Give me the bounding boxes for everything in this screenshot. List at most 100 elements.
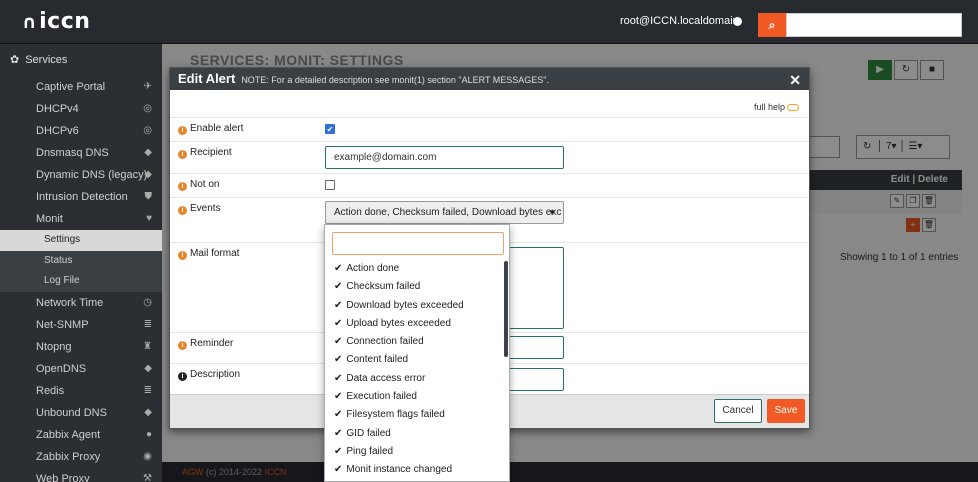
close-icon[interactable]: ✕ xyxy=(789,69,801,91)
events-select[interactable]: Action done, Checksum failed, Download b… xyxy=(325,201,564,224)
shield-icon: ⛊ xyxy=(144,191,153,202)
gear-icon: ✿ xyxy=(10,54,20,66)
dropdown-scrollbar[interactable] xyxy=(504,261,508,357)
dialog-header: Edit Alert NOTE: For a detailed descripti… xyxy=(170,68,809,90)
sidebar-item-captive-portal[interactable]: Captive Portal ✈ xyxy=(0,76,162,98)
events-option-label: Monit instance changed xyxy=(346,464,453,476)
sidebar-item-net-snmp[interactable]: Net-SNMP ≣ xyxy=(0,314,162,336)
info-icon[interactable]: i xyxy=(178,206,187,215)
tag-icon: ◆ xyxy=(144,147,152,158)
sidebar-item-zabbix-agent[interactable]: Zabbix Agent ● xyxy=(0,424,162,446)
sidebar-item-ntopng[interactable]: Ntopng ♜ xyxy=(0,336,162,358)
sidebar-item-label: Monit xyxy=(36,213,63,225)
check-icon: ✔ xyxy=(334,336,343,348)
status-dot-icon[interactable] xyxy=(733,17,742,26)
circle-icon: ● xyxy=(145,428,152,440)
target-icon: ◎ xyxy=(143,103,152,114)
sidebar-item-label: OpenDNS xyxy=(36,362,87,375)
sidebar-subitem-settings[interactable]: Settings xyxy=(0,230,162,251)
full-help-toggle[interactable]: full help xyxy=(754,102,799,112)
sidebar-item-dhcpv6[interactable]: DHCPv6 ◎ xyxy=(0,120,162,142)
dialog-title: Edit Alert xyxy=(178,71,236,86)
sidebar-item-opendns[interactable]: OpenDNS ◆ xyxy=(0,358,162,380)
sidebar-item-unbound-dns[interactable]: Unbound DNS ◆ xyxy=(0,402,162,424)
sidebar-item-label: DHCPv6 xyxy=(36,125,79,137)
events-option[interactable]: ✔ Ping failed xyxy=(325,443,505,461)
events-option-label: Content failed xyxy=(346,354,409,366)
events-option[interactable]: ✔ Execution failed xyxy=(325,388,505,406)
info-icon[interactable]: i xyxy=(178,372,187,381)
row-enable-alert: i Enable alert ✔ xyxy=(170,117,809,141)
sidebar-item-web-proxy[interactable]: Web Proxy ⚒ xyxy=(0,468,162,482)
sidebar-item-intrusion-detection[interactable]: Intrusion Detection ⛊ xyxy=(0,186,162,208)
mail-format-label: Mail format xyxy=(190,248,240,259)
enable-alert-label: Enable alert xyxy=(190,123,244,134)
row-not-on: i Not on xyxy=(170,173,809,197)
sidebar-item-monit[interactable]: Monit ♥ xyxy=(0,208,162,230)
sidebar-item-dhcpv4[interactable]: DHCPv4 ◎ xyxy=(0,98,162,120)
events-option[interactable]: ✔ Connection failed xyxy=(325,333,505,351)
events-option[interactable]: ✔ GID failed xyxy=(325,425,505,443)
tag-icon: ◆ xyxy=(144,362,152,374)
eye-icon: ◉ xyxy=(143,450,152,462)
events-option[interactable]: ✔ Upload bytes exceeded xyxy=(325,315,505,333)
sidebar-item-dynamic-dns-legacy[interactable]: Dynamic DNS (legacy) ◆ xyxy=(0,164,162,186)
full-help-label: full help xyxy=(753,102,785,112)
events-option-label: Action done xyxy=(346,263,400,274)
check-icon: ✔ xyxy=(334,464,343,476)
tag-icon: ◆ xyxy=(144,406,152,418)
info-icon[interactable]: i xyxy=(178,341,187,350)
search-button[interactable]: ⌕ xyxy=(758,13,786,37)
sidebar-item-label: Captive Portal xyxy=(36,81,106,93)
events-option[interactable]: ✔ Checksum failed xyxy=(325,278,505,296)
sidebar-subitem-log-file[interactable]: Log File xyxy=(0,271,162,292)
sidebar-item-label: Redis xyxy=(36,384,65,397)
check-icon: ✔ xyxy=(334,409,343,421)
sidebar-item-zabbix-proxy[interactable]: Zabbix Proxy ◉ xyxy=(0,446,162,468)
send-icon: ✈ xyxy=(143,81,152,92)
sidebar-item-redis[interactable]: Redis ≣ xyxy=(0,380,162,402)
events-option-label: Execution failed xyxy=(346,391,417,403)
toggle-icon xyxy=(787,104,799,112)
cancel-button[interactable]: Cancel xyxy=(714,399,762,423)
not-on-checkbox[interactable] xyxy=(325,180,335,190)
events-option[interactable]: ✔ Filesystem flags failed xyxy=(325,406,505,424)
reminder-label: Reminder xyxy=(190,338,234,349)
wrench-icon: ⚒ xyxy=(143,472,152,482)
user-menu[interactable]: root@ICCN.localdomain xyxy=(620,15,739,27)
sidebar-item-label: Network Time xyxy=(36,296,104,309)
events-option-label: Filesystem flags failed xyxy=(346,409,445,421)
sidebar-item-network-time[interactable]: Network Time ◷ xyxy=(0,292,162,314)
events-option[interactable]: ✔ Content failed xyxy=(325,351,505,369)
check-icon: ✔ xyxy=(334,263,343,274)
events-search-input[interactable] xyxy=(332,232,504,255)
sidebar-subitem-status[interactable]: Status xyxy=(0,250,162,271)
check-icon: ✔ xyxy=(334,299,343,311)
events-option-label: Ping failed xyxy=(346,445,394,457)
info-icon[interactable]: i xyxy=(178,126,187,135)
search-input[interactable] xyxy=(786,13,962,37)
sidebar-item-label: DHCPv4 xyxy=(36,103,79,115)
check-icon: ✔ xyxy=(334,354,343,366)
events-option[interactable]: ✔ Action done xyxy=(325,260,505,278)
sidebar-section-label: Services xyxy=(25,54,68,66)
sidebar-item-label: Zabbix Agent xyxy=(36,428,101,441)
top-bar: ∩iccn root@ICCN.localdomain ⌕ xyxy=(0,0,978,44)
events-option[interactable]: ✔ Download bytes exceeded xyxy=(325,297,505,315)
check-icon: ✔ xyxy=(334,317,343,329)
info-icon[interactable]: i xyxy=(178,150,187,159)
search-icon: ⌕ xyxy=(768,18,776,32)
enable-alert-checkbox[interactable]: ✔ xyxy=(325,124,335,134)
sidebar-item-dnsmasq-dns[interactable]: Dnsmasq DNS ◆ xyxy=(0,142,162,164)
sidebar-section-services[interactable]: ✿ Services xyxy=(0,44,162,76)
recipient-input[interactable]: example@domain.com xyxy=(325,146,564,169)
info-icon[interactable]: i xyxy=(178,182,187,191)
heartbeat-icon: ♥ xyxy=(146,213,152,224)
logo[interactable]: ∩iccn xyxy=(22,9,90,34)
sidebar-item-label: Net-SNMP xyxy=(36,318,89,331)
events-option[interactable]: ✔ Data access error xyxy=(325,370,505,388)
events-option[interactable]: ✔ Monit instance changed xyxy=(325,461,505,479)
info-icon[interactable]: i xyxy=(178,251,187,260)
tag-icon: ◆ xyxy=(144,169,152,180)
save-button[interactable]: Save xyxy=(767,399,805,423)
